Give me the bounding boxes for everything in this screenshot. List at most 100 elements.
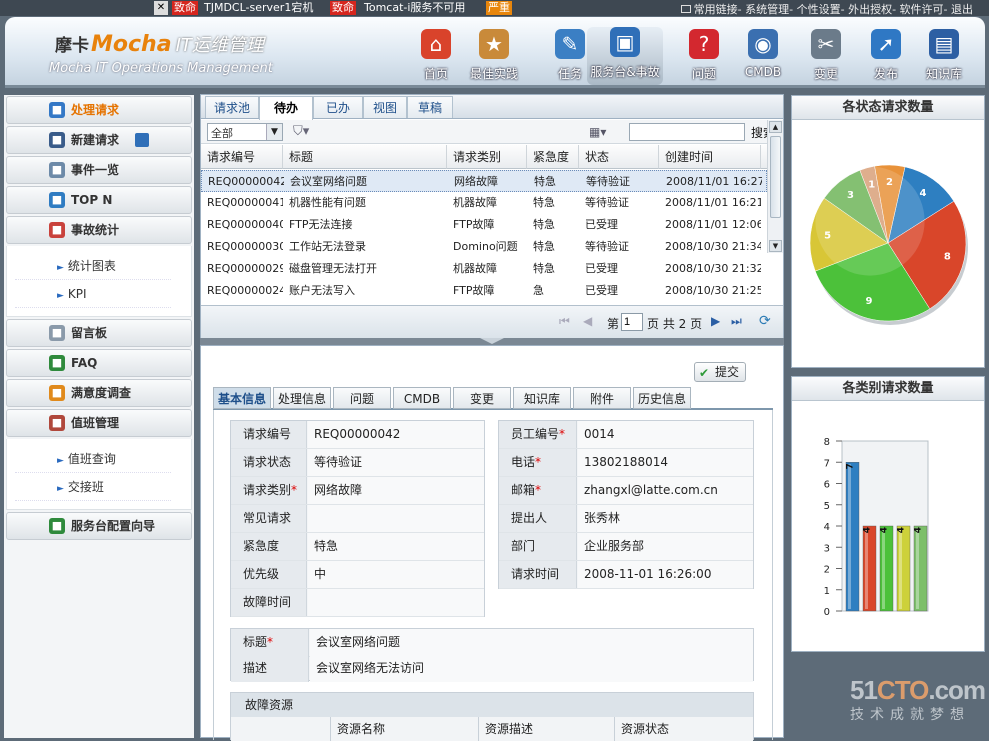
bar[interactable]	[845, 462, 860, 612]
detail-tab-0[interactable]: 基本信息	[213, 387, 271, 409]
nav-home[interactable]: ⌂ 首页	[403, 29, 469, 85]
refresh-icon[interactable]: ⟳	[759, 313, 771, 329]
sidebar-item-config-wizard[interactable]: ■ 服务台配置向导	[6, 512, 192, 540]
column-header[interactable]: 标题	[283, 145, 447, 169]
detail-tab-7[interactable]: 历史信息	[633, 387, 691, 409]
table-row[interactable]: REQ00000040 FTP无法连接 FTP故障 特急 已受理 2008/11/01 1…	[201, 214, 767, 236]
sidebar-item-process-request[interactable]: ■ 处理请求	[6, 96, 192, 124]
tab-0[interactable]: 请求池	[205, 96, 259, 118]
table-row[interactable]: REQ00000024 账户无法写入 FTP故障 急 已受理 2008/10/30 21:…	[201, 280, 767, 302]
alert-tag-critical: 致命	[330, 1, 356, 15]
first-page-icon[interactable]: ⏮	[559, 314, 570, 329]
sidebar-item-message-board[interactable]: ■ 留言板	[6, 319, 192, 347]
bar[interactable]	[896, 525, 911, 612]
sidebar-item-faq[interactable]: ■ FAQ	[6, 349, 192, 377]
detail-tab-2[interactable]: 问题	[333, 387, 391, 409]
search-options-icon[interactable]: ▦▾	[589, 123, 613, 141]
pager: ⏮ ◀ 第 页 共 2 页 ▶ ⏭ ⟳	[201, 305, 783, 338]
nav-change[interactable]: ✂ 变更	[793, 29, 859, 85]
sidebar-item-new-request[interactable]: ■ 新建请求	[6, 126, 192, 154]
splitter-handle-icon[interactable]	[480, 338, 504, 344]
sidebar-item-incident-stats[interactable]: ■ 事故统计	[6, 216, 192, 244]
pie-data-label: 4	[920, 188, 927, 199]
sidebar-subitem[interactable]: ► 交接班	[15, 473, 171, 501]
field-value[interactable]: REQ00000042	[308, 421, 484, 448]
status-chart-panel: 各状态请求数量 4895312	[791, 95, 985, 368]
bar[interactable]	[862, 525, 877, 612]
detail-tab-3[interactable]: CMDB	[393, 387, 451, 409]
detail-tab-4[interactable]: 变更	[453, 387, 511, 409]
field-value[interactable]	[308, 589, 484, 616]
scroll-thumb[interactable]	[770, 136, 781, 218]
detail-tab-1[interactable]: 处理信息	[273, 387, 331, 409]
field-value[interactable]: 中	[308, 561, 484, 588]
field-value[interactable]: 网络故障	[308, 477, 484, 504]
sidebar-item-satisfaction[interactable]: ■ 满意度调查	[6, 379, 192, 407]
scroll-up-icon[interactable]: ▲	[769, 121, 782, 133]
field-value[interactable]: 张秀林	[578, 505, 753, 532]
title-value[interactable]: 会议室网络问题	[310, 629, 753, 656]
sidebar-subitem[interactable]: ► KPI	[15, 280, 171, 308]
column-header[interactable]: 创建时间	[659, 145, 761, 169]
nav-problem[interactable]: ? 问题	[671, 29, 737, 85]
field-value[interactable]: 企业服务部	[578, 533, 753, 560]
field-label: 请求状态	[231, 449, 307, 476]
detail-tab-6[interactable]: 附件	[573, 387, 631, 409]
chevron-down-icon[interactable]: ▼	[266, 124, 282, 140]
nav-cmdb[interactable]: ◉ CMDB	[730, 29, 796, 85]
nav-service-desk[interactable]: ▣ 服务台&事故	[587, 27, 663, 85]
top-links[interactable]: 常用链接- 系统管理- 个性设置- 外出授权- 软件许可- 退出	[680, 1, 973, 17]
field-label: 故障时间	[231, 589, 307, 616]
submit-button[interactable]: ✔ 提交	[694, 362, 746, 382]
y-tick-label: 0	[824, 607, 830, 618]
sidebar-item-duty[interactable]: ■ 值班管理	[6, 409, 192, 437]
field-value[interactable]: zhangxl@latte.com.cn	[578, 477, 753, 504]
tab-2[interactable]: 已办	[313, 96, 363, 118]
field-value[interactable]: 13802188014	[578, 449, 753, 476]
search-input[interactable]	[629, 123, 745, 141]
tab-1[interactable]: 待办	[259, 96, 313, 120]
field-value[interactable]: 0014	[578, 421, 753, 448]
desc-value[interactable]: 会议室网络无法访问	[310, 655, 753, 682]
column-header[interactable]: 紧急度	[527, 145, 579, 169]
last-page-icon[interactable]: ⏭	[731, 314, 742, 329]
column-header[interactable]: 请求类别	[447, 145, 527, 169]
scroll-down-icon[interactable]: ▼	[769, 240, 782, 252]
sidebar-subitem[interactable]: ► 统计图表	[15, 252, 171, 280]
sidebar-item-label: 事件一览	[71, 163, 120, 177]
prev-page-icon[interactable]: ◀	[583, 314, 592, 328]
alert-message[interactable]: TJMDCL-server1宕机	[204, 1, 313, 15]
field-value[interactable]: 特急	[308, 533, 484, 560]
field-value[interactable]: 等待验证	[308, 449, 484, 476]
column-header[interactable]: 状态	[579, 145, 659, 169]
nav-knowledge[interactable]: ▤ 知识库	[911, 29, 977, 85]
field-value[interactable]	[308, 505, 484, 532]
close-icon[interactable]: ✕	[154, 1, 168, 15]
sidebar-subitem[interactable]: ► 值班查询	[15, 445, 171, 473]
field-label: 请求类别*	[231, 477, 307, 504]
column-header[interactable]: 请求编号	[201, 145, 283, 169]
alert-message[interactable]: Tomcat-i服务不可用	[364, 1, 465, 15]
bar[interactable]	[913, 525, 928, 612]
table-row[interactable]: REQ00000042 会议室网络问题 网络故障 特急 等待验证 2008/11/01 1…	[201, 170, 767, 192]
form-row: 员工编号* 0014	[499, 421, 753, 449]
next-page-icon[interactable]: ▶	[711, 314, 720, 328]
nav-best-practices[interactable]: ★ 最佳实践	[461, 29, 527, 85]
splitter[interactable]	[200, 338, 784, 345]
sidebar-item-top-n[interactable]: ■ TOP N	[6, 186, 192, 214]
table-row[interactable]: REQ00000029 磁盘管理无法打开 机器故障 特急 已受理 2008/10/30 2…	[201, 258, 767, 280]
tab-4[interactable]: 草稿	[407, 96, 453, 118]
tab-3[interactable]: 视图	[363, 96, 407, 118]
table-row[interactable]: REQ00000041 机器性能有问题 机器故障 特急 等待验证 2008/11/01 1…	[201, 192, 767, 214]
sidebar-item-event-list[interactable]: ■ 事件一览	[6, 156, 192, 184]
filter-funnel-icon[interactable]: ⛉▾	[293, 124, 309, 139]
table-row[interactable]: REQ00000030 工作站无法登录 Domino问题 特急 等待验证 2008/10/…	[201, 236, 767, 258]
nav-release[interactable]: ➚ 发布	[853, 29, 919, 85]
table-scrollbar[interactable]: ▲ ▼	[767, 120, 783, 253]
page-number-input[interactable]	[621, 313, 643, 331]
top-links-text[interactable]: 常用链接- 系统管理- 个性设置- 外出授权- 软件许可- 退出	[694, 3, 973, 16]
status-filter-select[interactable]: 全部 ▼	[207, 123, 283, 141]
bar[interactable]	[879, 525, 894, 612]
field-value[interactable]: 2008-11-01 16:26:00	[578, 561, 753, 588]
detail-tab-5[interactable]: 知识库	[513, 387, 571, 409]
